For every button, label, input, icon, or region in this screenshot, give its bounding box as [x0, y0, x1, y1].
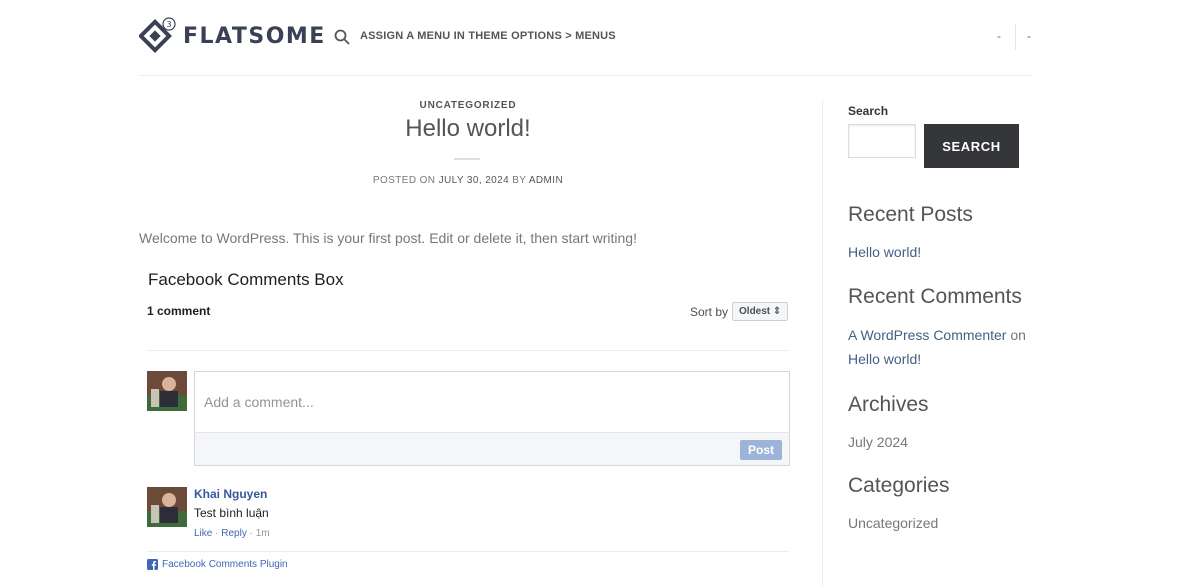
header-separator [1015, 24, 1016, 50]
fb-sort-value: Oldest [739, 306, 771, 317]
fb-divider [147, 551, 789, 552]
reply-link[interactable]: Reply [221, 528, 247, 539]
logo-mark-icon: 3 [138, 17, 177, 55]
meta-date-link[interactable]: JULY 30, 2024 [439, 175, 509, 186]
like-link[interactable]: Like [194, 528, 212, 539]
post-body: Welcome to WordPress. This is your first… [139, 230, 637, 246]
sidebar-search-label: Search [848, 104, 889, 118]
sidebar-divider [822, 100, 823, 587]
archive-link[interactable]: July 2024 [848, 434, 908, 450]
site-logo[interactable]: 3 FLATSOME [138, 17, 326, 55]
recent-comment-author-link[interactable]: A WordPress Commenter [848, 327, 1006, 343]
recent-comment-post-link[interactable]: Hello world! [848, 351, 921, 367]
fb-sort-select[interactable]: Oldest ⇕ [732, 302, 789, 321]
recent-posts-heading: Recent Posts [848, 203, 973, 226]
meta-author-link[interactable]: ADMIN [529, 175, 563, 186]
header-right-item-1[interactable]: - [997, 29, 1001, 43]
recent-post-link[interactable]: Hello world! [848, 244, 921, 260]
fb-plugin-label: Facebook Comments Plugin [162, 559, 288, 570]
sidebar-search-button[interactable]: SEARCH [924, 124, 1019, 168]
recent-comment-entry: A WordPress Commenter on [848, 327, 1026, 343]
logo-version: 3 [166, 20, 171, 29]
sidebar-search-input[interactable] [848, 124, 916, 158]
comment-time[interactable]: 1m [256, 528, 270, 539]
site-header: 3 FLATSOME ASSIGN A MENU IN THEME OPTION… [138, 0, 1032, 76]
fb-comment-count: 1 comment [147, 304, 211, 318]
avatar[interactable] [147, 487, 187, 527]
header-right-item-2[interactable]: - [1027, 29, 1031, 43]
menu-note-link[interactable]: ASSIGN A MENU IN THEME OPTIONS > MENUS [360, 30, 616, 42]
meta-prefix: POSTED ON [372, 175, 436, 186]
comment-text: Test bình luận [194, 506, 269, 520]
fb-sort: Sort by Oldest ⇕ [690, 302, 789, 321]
fb-comments-title: Facebook Comments Box [148, 270, 344, 289]
recent-comment-on: on [1010, 327, 1026, 343]
comment-input[interactable] [195, 372, 789, 432]
archives-heading: Archives [848, 393, 929, 416]
post-meta: POSTED ON JULY 30, 2024 BY ADMIN [139, 175, 797, 186]
title-divider [454, 158, 480, 160]
post-title: Hello world! [405, 115, 531, 142]
search-icon[interactable] [334, 29, 350, 45]
logo-text: FLATSOME [183, 23, 326, 49]
post-comment-button[interactable]: Post [739, 440, 782, 460]
recent-comments-heading: Recent Comments [848, 285, 1022, 308]
fb-plugin-link[interactable]: Facebook Comments Plugin [147, 559, 288, 570]
facebook-icon [147, 559, 158, 570]
comment-composer-footer: Post [195, 432, 789, 465]
sort-arrows-icon: ⇕ [772, 306, 782, 317]
meta-by: BY [512, 175, 527, 186]
fb-sort-label: Sort by [690, 304, 729, 319]
avatar[interactable] [147, 371, 187, 411]
comment-actions: Like · Reply · 1m [194, 528, 270, 539]
categories-heading: Categories [848, 474, 950, 497]
commenter-name-link[interactable]: Khai Nguyen [194, 487, 267, 501]
post-category-link[interactable]: UNCATEGORIZED [139, 100, 797, 111]
category-link[interactable]: Uncategorized [848, 515, 938, 531]
comment-composer: Post [194, 371, 790, 466]
fb-divider [147, 350, 789, 351]
